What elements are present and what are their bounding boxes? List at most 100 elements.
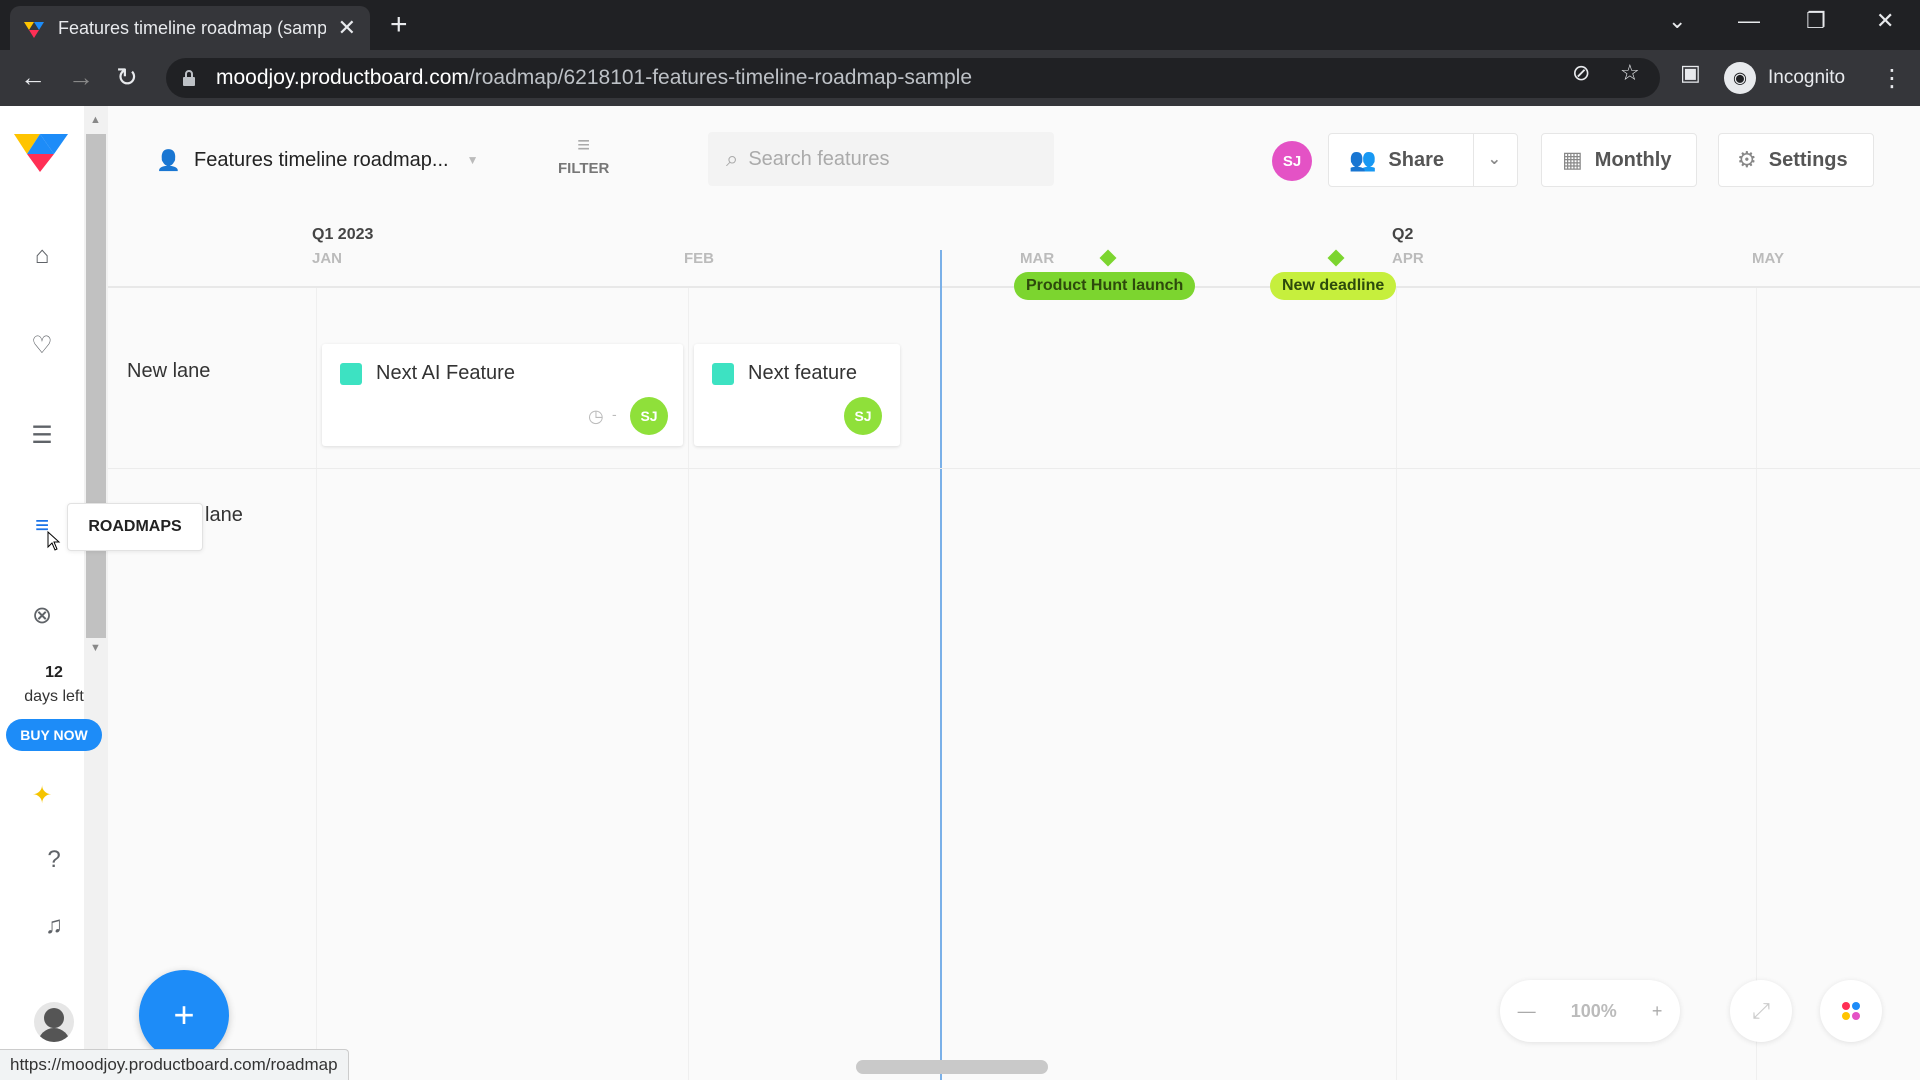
portal-icon[interactable]: ⊗ (28, 602, 56, 630)
month-label: FEB (684, 250, 714, 267)
browser-status-bar: https://moodjoy.productboard.com/roadmap (0, 1049, 349, 1080)
browser-toolbar: ← → ↻ moodjoy.productboard.com/roadmap/6… (0, 50, 1920, 106)
bookmark-star-icon[interactable]: ☆ (1620, 60, 1640, 86)
feature-owner-avatar[interactable]: SJ (630, 397, 668, 435)
share-button[interactable]: 👥 Share ⌄ (1328, 133, 1518, 187)
current-user-avatar[interactable]: SJ (1272, 141, 1312, 181)
zoom-control: — 100% + (1500, 980, 1680, 1042)
month-gridline (1396, 288, 1397, 1080)
plus-icon: + (173, 994, 195, 1035)
notifications-bell-icon[interactable]: ♫ (40, 912, 68, 940)
tab-title: Features timeline roadmap (samp (58, 17, 326, 38)
zoom-level: 100% (1570, 1000, 1617, 1021)
share-people-icon: 👥 (1349, 147, 1377, 172)
trial-days-label: days left (24, 688, 84, 705)
quarter-label: Q2 (1392, 226, 1414, 243)
feature-card[interactable]: Next AI Feature ◷ - SJ (322, 344, 683, 446)
feature-name: Next AI Feature (376, 362, 515, 384)
share-options-chevron-icon[interactable]: ⌄ (1472, 133, 1501, 187)
scroll-up-icon[interactable]: ▲ (90, 114, 101, 126)
roadmap-selector[interactable]: 👤 Features timeline roadmap... ▼ (156, 148, 478, 173)
browser-menu-icon[interactable]: ⋮ (1880, 64, 1904, 93)
horizontal-scrollbar-thumb[interactable] (856, 1060, 1048, 1074)
month-label: JAN (312, 250, 343, 267)
nav-scroll-thumb[interactable] (86, 134, 106, 638)
lane-label[interactable]: New lane (127, 360, 210, 383)
tab-close-icon[interactable]: ✕ (338, 15, 356, 41)
feature-due-value: - (612, 406, 617, 422)
incognito-indicator[interactable]: ◉ Incognito (1724, 58, 1845, 98)
calendar-icon: ▦ (1562, 147, 1583, 172)
productboard-app: ⌂ ♡ ☰ ≡ ⊗ ✦ ? ♫ ▲ ▼ 12 days left BUY NOW… (0, 106, 1920, 1080)
lane-divider (108, 468, 1920, 469)
back-icon[interactable]: ← (20, 64, 46, 90)
feature-name: Next feature (748, 362, 857, 384)
productboard-favicon (24, 22, 44, 38)
incognito-label: Incognito (1768, 67, 1846, 88)
feature-card[interactable]: Next feature SJ (694, 344, 900, 446)
window-close-icon[interactable]: ✕ (1876, 8, 1894, 34)
month-label: MAY (1752, 250, 1784, 267)
tracking-protection-icon[interactable]: ⊘ (1572, 60, 1590, 86)
feature-owner-avatar[interactable]: SJ (844, 397, 882, 435)
filter-label: FILTER (558, 160, 610, 177)
month-label: MAR (1020, 250, 1055, 267)
help-icon[interactable]: ? (40, 846, 68, 874)
zoom-in-icon[interactable]: + (1652, 1001, 1663, 1022)
timeframe-button[interactable]: ▦ Monthly (1541, 133, 1697, 187)
side-panel-icon[interactable]: ▣ (1680, 60, 1701, 86)
month-gridline (1756, 288, 1757, 1080)
features-list-icon[interactable]: ☰ (28, 422, 56, 450)
search-box[interactable]: ⌕ (708, 132, 1054, 186)
share-label: Share (1388, 148, 1444, 171)
gear-icon: ⚙ (1737, 147, 1757, 172)
lock-icon (183, 70, 195, 86)
today-marker-line (940, 250, 942, 1080)
restore-icon[interactable]: ❐ (1806, 8, 1826, 34)
productboard-logo[interactable] (14, 132, 70, 172)
settings-button[interactable]: ⚙ Settings (1718, 133, 1874, 187)
forward-icon[interactable]: → (68, 64, 94, 90)
url-text: moodjoy.productboard.com/roadmap/6218101… (216, 66, 973, 89)
nav-scrollbar[interactable]: ▲ ▼ (84, 106, 108, 1080)
tab-search-icon[interactable]: ⌄ (1668, 8, 1686, 34)
left-navigation: ⌂ ♡ ☰ ≡ ⊗ ✦ ? ♫ (0, 106, 84, 1080)
lane-label[interactable]: lane (205, 504, 243, 527)
browser-tab[interactable]: Features timeline roadmap (samp ✕ (10, 6, 370, 50)
milestone-marker[interactable] (1327, 249, 1345, 267)
zoom-out-icon[interactable]: — (1518, 1001, 1536, 1022)
timeframe-label: Monthly (1594, 148, 1672, 171)
whats-new-sparkle-icon[interactable]: ✦ (28, 782, 56, 810)
mouse-cursor-icon (47, 531, 61, 551)
add-button[interactable]: + (139, 970, 229, 1060)
home-icon[interactable]: ⌂ (28, 242, 56, 270)
clock-icon: ◷ (588, 406, 604, 426)
month-gridline (316, 288, 317, 1080)
user-avatar[interactable] (34, 1002, 74, 1042)
address-bar[interactable]: moodjoy.productboard.com/roadmap/6218101… (166, 58, 1660, 98)
search-input[interactable] (748, 147, 1029, 171)
milestone-product-hunt-launch[interactable]: Product Hunt launch (1014, 272, 1196, 300)
browser-tab-bar: Features timeline roadmap (samp ✕ + ⌄ — … (0, 0, 1920, 50)
buy-now-button[interactable]: BUY NOW (6, 719, 102, 751)
milestone-marker[interactable] (1099, 249, 1117, 267)
settings-label: Settings (1768, 148, 1848, 171)
minimize-icon[interactable]: — (1738, 8, 1760, 34)
apps-dots-icon (1842, 1002, 1860, 1020)
incognito-icon: ◉ (1724, 62, 1756, 94)
roadmap-people-icon: 👤 (156, 150, 181, 172)
roadmap-title: Features timeline roadmap... (194, 148, 449, 171)
insights-bulb-icon[interactable]: ♡ (28, 332, 56, 360)
expand-icon: ⤢ (1752, 998, 1770, 1023)
trial-days-count: 12 (45, 664, 63, 681)
month-gridline (688, 288, 689, 1080)
reload-icon[interactable]: ↻ (116, 64, 138, 90)
roadmap-toolbar: 👤 Features timeline roadmap... ▼ ≡ FILTE… (108, 106, 1920, 210)
month-label: APR (1392, 250, 1424, 267)
fullscreen-button[interactable]: ⤢ (1730, 980, 1792, 1042)
apps-button[interactable] (1820, 980, 1882, 1042)
scroll-down-icon[interactable]: ▼ (90, 642, 101, 654)
milestone-new-deadline[interactable]: New deadline (1270, 272, 1397, 300)
new-tab-icon[interactable]: + (390, 10, 408, 40)
filter-button[interactable]: ≡ FILTER (558, 132, 609, 177)
